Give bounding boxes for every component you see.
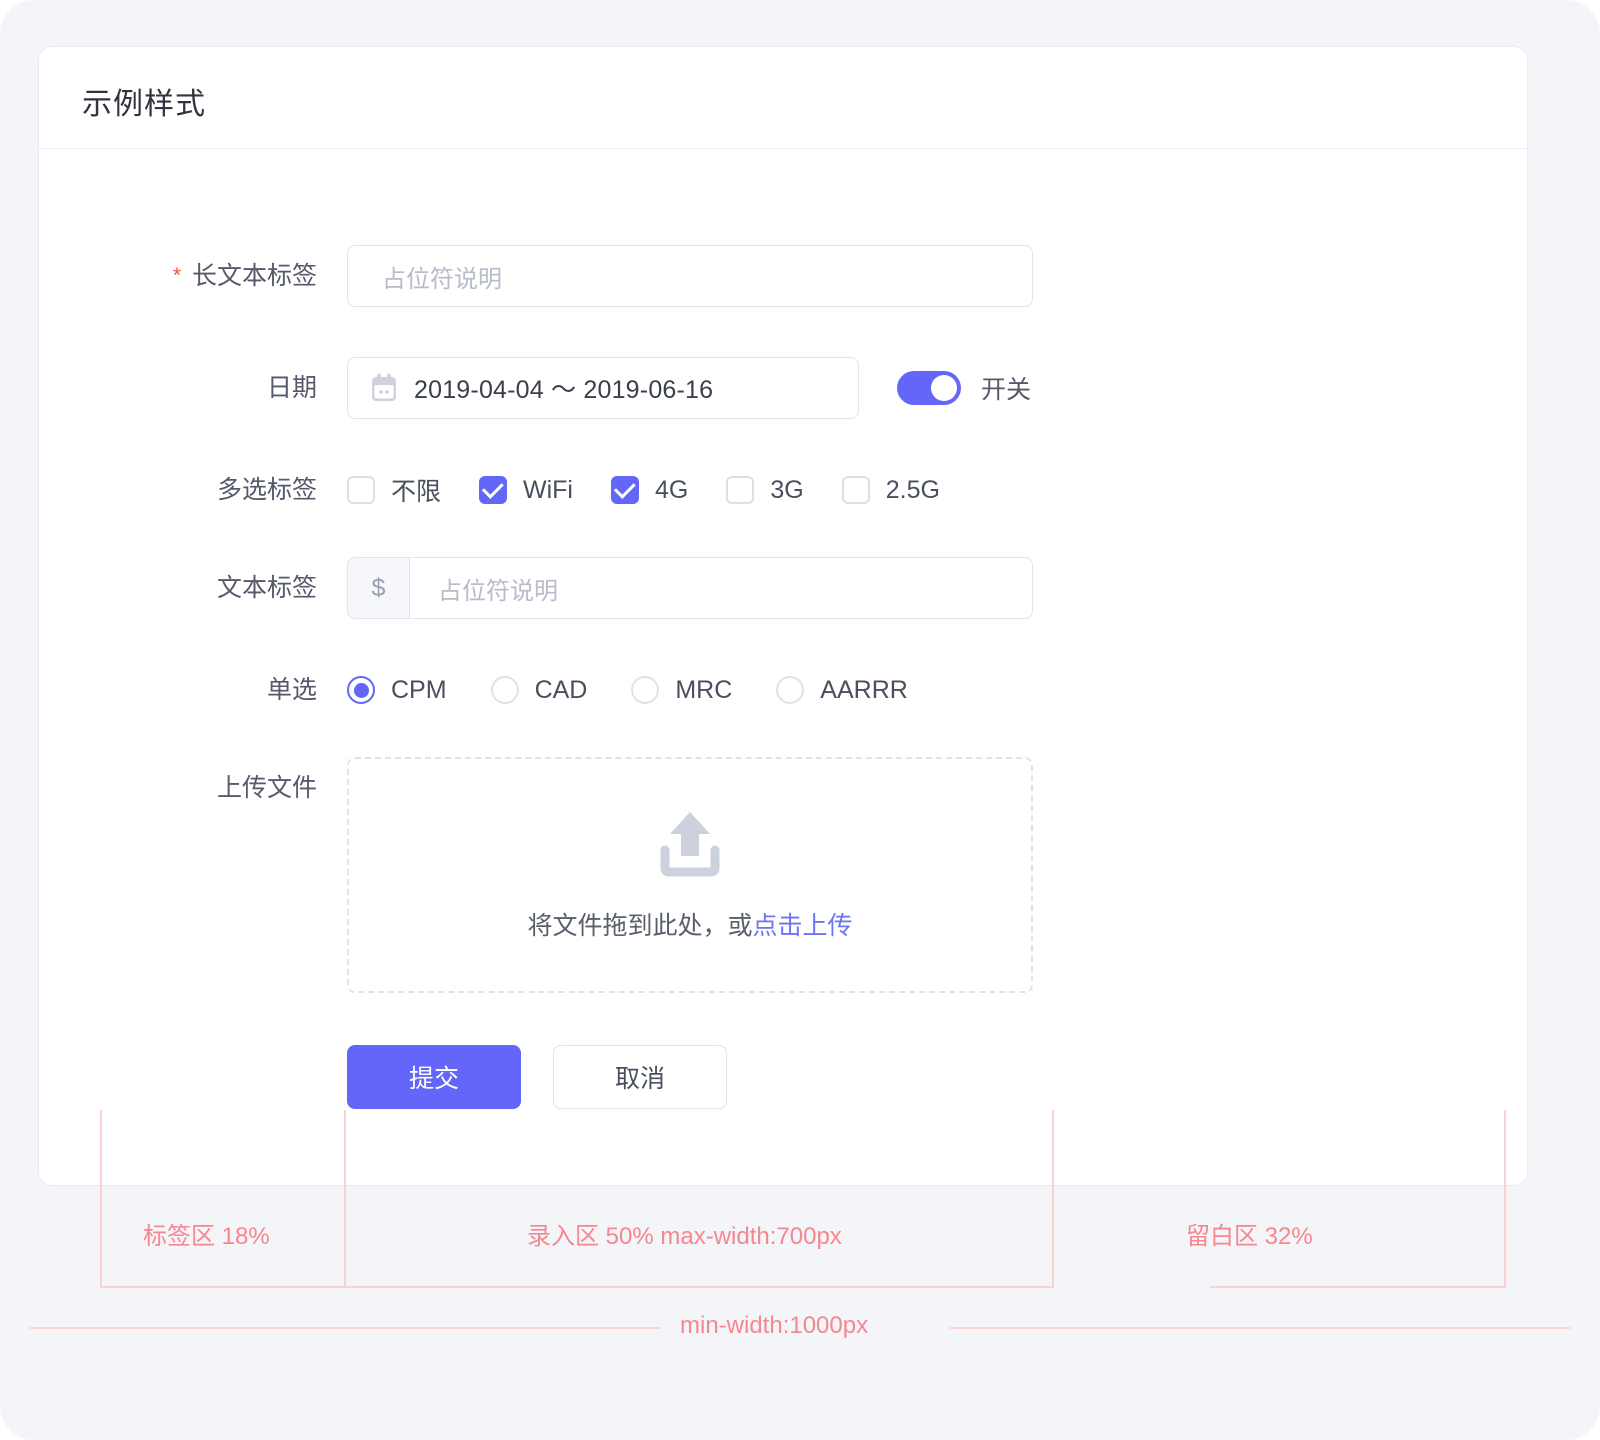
form-label-actions xyxy=(39,1045,317,1107)
switch-group: 开关 xyxy=(897,357,1031,419)
form-label-date: 日期 xyxy=(39,357,317,419)
checkbox-label: 不限 xyxy=(391,478,442,506)
toggle-switch-label: 开关 xyxy=(981,376,1032,404)
checkbox-box[interactable] xyxy=(347,476,375,504)
radio-label: CPM xyxy=(391,675,447,704)
form-label-text: 文本标签 xyxy=(216,574,317,602)
toggle-knob xyxy=(931,375,957,401)
date-range-input[interactable]: 2019-04-04 ～ 2019-06-16 xyxy=(347,357,859,419)
checkbox-label: 3G xyxy=(770,475,804,504)
form-field-radio: CPM CAD MRC AARRR xyxy=(347,659,908,721)
dropzone-text: 将文件拖到此处，或点击上传 xyxy=(527,906,852,942)
checkbox-box[interactable] xyxy=(611,476,639,504)
card-header: 示例样式 xyxy=(39,47,1527,149)
radio-item-mrc[interactable]: MRC xyxy=(631,676,732,705)
form-field-long-text: 占位符说明 xyxy=(347,245,1033,307)
checkbox-label: 2.5G xyxy=(885,475,940,504)
form-label-text: 日期 xyxy=(266,374,317,402)
text-input-area[interactable]: 占位符说明 xyxy=(410,571,1032,606)
calendar-icon xyxy=(372,373,396,401)
radio-label: CAD xyxy=(534,675,588,704)
form-field-upload: 将文件拖到此处，或点击上传 xyxy=(347,757,1033,993)
radio-dot-icon xyxy=(353,682,369,698)
currency-prefix-addon: $ xyxy=(348,558,410,618)
form-label-upload: 上传文件 xyxy=(39,757,317,819)
page-canvas: 示例样式 * 长文本标签 占位符说明 日期 2019-04-04 ～ 2019-… xyxy=(0,0,1600,1440)
form-row-radio: 单选 CPM CAD MRC AARRR xyxy=(39,659,908,721)
checkbox-box[interactable] xyxy=(479,476,508,504)
form-field-text: $ 占位符说明 xyxy=(347,557,1033,619)
radio-group: CPM CAD MRC AARRR xyxy=(347,659,908,721)
annotation-band xyxy=(0,1188,1600,1440)
form-row-long-text: * 长文本标签 占位符说明 xyxy=(39,245,1033,307)
checkbox-label: 4G xyxy=(655,475,689,504)
required-asterisk-icon: * xyxy=(172,264,182,287)
form-row-upload: 上传文件 将文件拖到此处，或点击上传 xyxy=(39,757,1033,993)
toggle-switch[interactable] xyxy=(897,371,961,405)
form-label-text: 长文本标签 xyxy=(191,262,317,290)
long-text-input[interactable]: 占位符说明 xyxy=(347,245,1033,307)
radio-item-aarrr[interactable]: AARRR xyxy=(776,676,908,705)
checkbox-item-4g[interactable]: 4G xyxy=(611,476,688,505)
form-row-date: 日期 2019-04-04 ～ 2019-06-16 开关 xyxy=(39,357,1031,419)
form-field-actions: 提交 取消 xyxy=(347,1045,727,1109)
radio-circle[interactable] xyxy=(776,676,805,704)
form-label-checkbox: 多选标签 xyxy=(39,459,317,521)
text-input-placeholder: 占位符说明 xyxy=(438,577,558,605)
action-buttons: 提交 取消 xyxy=(347,1045,727,1109)
form-label-long-text: * 长文本标签 xyxy=(39,245,317,307)
form-label-text: 多选标签 xyxy=(216,476,317,504)
page-title: 示例样式 xyxy=(82,88,206,121)
form-row-checkbox: 多选标签 不限 WiFi 4G 3G 2.5G xyxy=(39,459,940,521)
check-icon xyxy=(613,476,636,499)
checkbox-item-wifi[interactable]: WiFi xyxy=(479,476,573,505)
long-text-placeholder: 占位符说明 xyxy=(382,265,502,293)
form-label-text: 单选 xyxy=(266,676,317,704)
date-range-value: 2019-04-04 ～ 2019-06-16 xyxy=(414,376,714,404)
submit-button[interactable]: 提交 xyxy=(347,1045,521,1109)
form-row-text: 文本标签 $ 占位符说明 xyxy=(39,557,1033,619)
dropzone-hint: 将文件拖到此处，或 xyxy=(527,912,753,940)
radio-circle[interactable] xyxy=(631,676,660,704)
click-to-upload-link[interactable]: 点击上传 xyxy=(753,912,853,940)
radio-label: MRC xyxy=(675,675,733,704)
checkbox-group: 不限 WiFi 4G 3G 2.5G xyxy=(347,459,940,521)
form-label-radio: 单选 xyxy=(39,659,317,721)
cancel-button[interactable]: 取消 xyxy=(553,1045,727,1109)
radio-item-cpm[interactable]: CPM xyxy=(347,676,447,705)
upload-icon xyxy=(660,812,720,877)
checkbox-label: WiFi xyxy=(523,475,573,504)
radio-circle[interactable] xyxy=(490,676,519,704)
checkbox-item-buxian[interactable]: 不限 xyxy=(347,472,441,508)
radio-circle[interactable] xyxy=(347,676,375,704)
checkbox-item-3g[interactable]: 3G xyxy=(726,475,804,505)
form-field-checkbox: 不限 WiFi 4G 3G 2.5G xyxy=(347,459,940,521)
checkbox-item-25g[interactable]: 2.5G xyxy=(841,475,940,505)
form-label-text: 上传文件 xyxy=(216,774,317,802)
form-field-date: 2019-04-04 ～ 2019-06-16 开关 xyxy=(347,357,1031,419)
file-dropzone[interactable]: 将文件拖到此处，或点击上传 xyxy=(347,757,1033,993)
radio-item-cad[interactable]: CAD xyxy=(490,675,588,705)
checkbox-box[interactable] xyxy=(726,476,755,504)
prefixed-text-input[interactable]: $ 占位符说明 xyxy=(347,557,1033,619)
form-row-actions: 提交 取消 xyxy=(39,1045,727,1109)
radio-label: AARRR xyxy=(820,675,908,704)
checkbox-box[interactable] xyxy=(841,476,870,504)
form-label-text-field: 文本标签 xyxy=(39,557,317,619)
example-card: 示例样式 * 长文本标签 占位符说明 日期 2019-04-04 ～ 2019-… xyxy=(38,46,1528,1186)
check-icon xyxy=(481,476,504,499)
